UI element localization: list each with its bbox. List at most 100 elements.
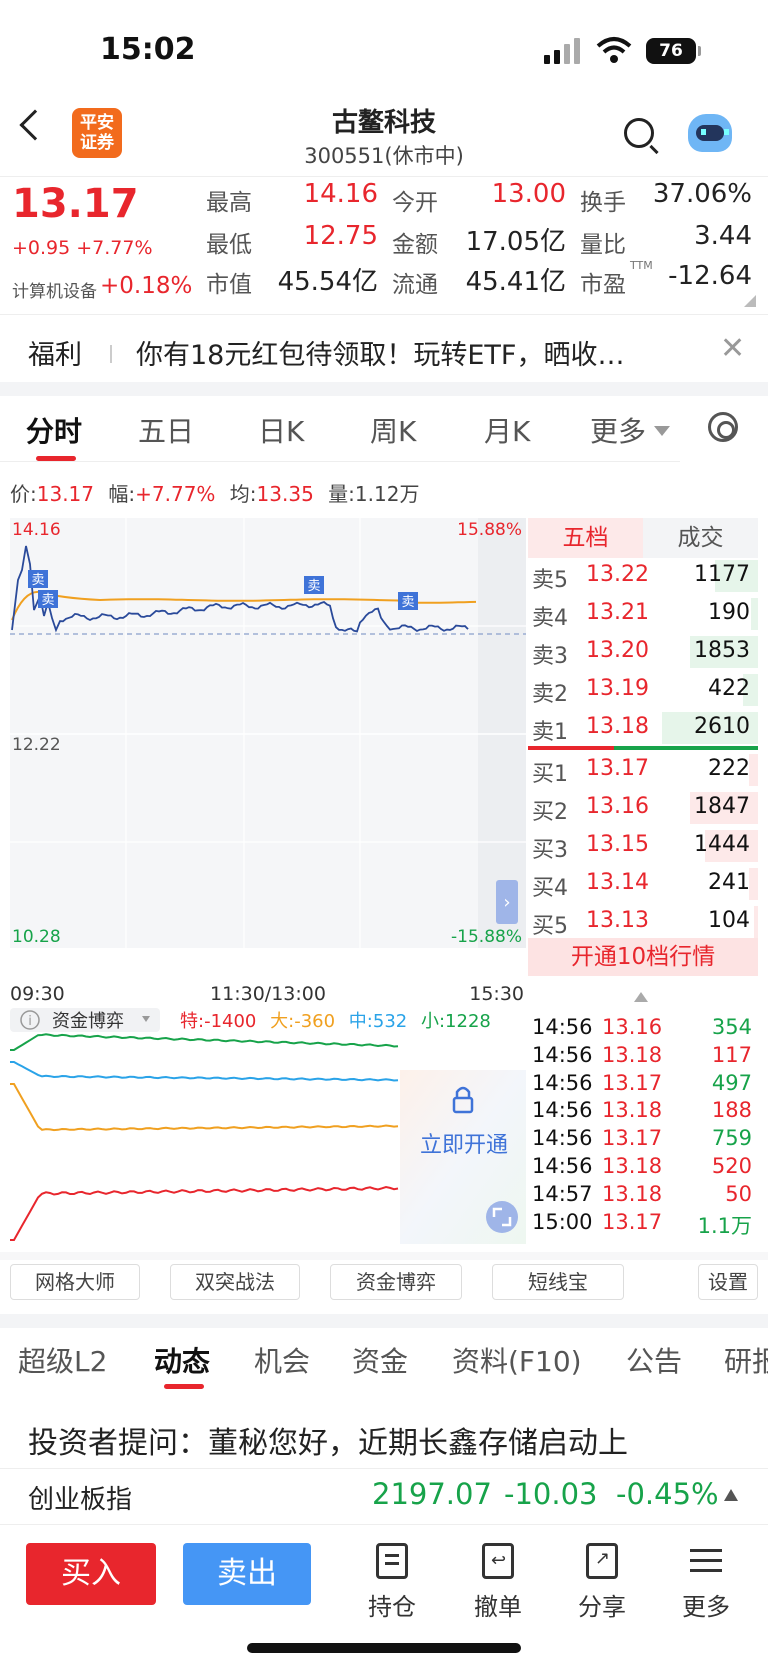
- promo-text[interactable]: 你有18元红包待领取！玩转ETF，晒收…: [136, 333, 624, 372]
- tool-button[interactable]: 短线宝: [492, 1264, 624, 1300]
- chart-tab[interactable]: 更多: [590, 410, 646, 450]
- fund-title[interactable]: 资金博弈: [52, 1011, 124, 1032]
- book-volume: 104: [708, 908, 750, 933]
- range-label: 幅:: [108, 482, 136, 506]
- nav-more[interactable]: 更多: [666, 1543, 746, 1622]
- tool-button[interactable]: 设置: [698, 1264, 758, 1300]
- fullscreen-icon[interactable]: [486, 1201, 518, 1233]
- info-tab[interactable]: 研报: [724, 1340, 768, 1380]
- promo-banner[interactable]: 福利 你有18元红包待领取！玩转ETF，晒收… ✕: [0, 314, 768, 382]
- book-row[interactable]: 买3 13.15 1444: [528, 828, 758, 864]
- chart-tab[interactable]: 分时: [26, 410, 82, 450]
- quote-value: 45.41亿: [465, 267, 566, 297]
- industry-name[interactable]: 计算机设备: [12, 277, 97, 302]
- quote-label: 量比: [580, 232, 626, 258]
- intraday-chart[interactable]: 卖 卖 卖 卖 14.16 15.88% 12.22 10.28 -15.88%…: [0, 510, 528, 1250]
- tick-price: 13.18: [602, 1181, 663, 1206]
- section-gap: [0, 382, 768, 396]
- expand-caret-icon[interactable]: [724, 1489, 738, 1501]
- sell-button[interactable]: 卖出: [183, 1543, 311, 1605]
- info-tab[interactable]: 资料(F10): [452, 1340, 582, 1380]
- chart-tab[interactable]: 月K: [484, 410, 530, 450]
- nav-positions[interactable]: 持仓: [352, 1543, 432, 1622]
- book-price: 13.13: [586, 908, 649, 933]
- industry-change[interactable]: +0.18%: [100, 273, 192, 299]
- book-price: 13.15: [586, 832, 649, 857]
- nav-cancel-order[interactable]: ↩ 撤单: [458, 1543, 538, 1622]
- book-price: 13.18: [586, 714, 649, 739]
- tool-button[interactable]: 双突战法: [170, 1264, 300, 1300]
- home-indicator: [247, 1643, 521, 1653]
- book-row[interactable]: 卖3 13.20 1853: [528, 634, 758, 670]
- book-row[interactable]: 卖1 13.18 2610: [528, 710, 758, 746]
- tick-time: 14:56: [532, 1098, 593, 1123]
- nav-share-label: 分享: [578, 1593, 626, 1621]
- book-row[interactable]: 买1 13.17 222: [528, 752, 758, 788]
- book-price: 13.17: [586, 756, 649, 781]
- book-volume: 2610: [694, 714, 750, 739]
- x-axis-start: 09:30: [10, 983, 65, 1005]
- info-tab[interactable]: 超级L2: [18, 1340, 107, 1380]
- book-volume: 1847: [694, 794, 750, 819]
- tool-button[interactable]: 资金博弈: [330, 1264, 462, 1300]
- close-icon[interactable]: ✕: [720, 331, 745, 366]
- sell-marker: 卖: [38, 590, 58, 608]
- chart-tab[interactable]: 五日: [138, 410, 194, 450]
- y-axis-bottom: 10.28: [12, 927, 61, 947]
- chart-tab[interactable]: 周K: [370, 410, 416, 450]
- vol-value: 1.12万: [354, 482, 420, 506]
- quote-value: 45.54亿: [277, 267, 378, 297]
- book-volume: 222: [708, 756, 750, 781]
- upgrade-level10-button[interactable]: 开通10档行情: [528, 938, 758, 976]
- tick-time: 14:56: [532, 1042, 593, 1067]
- book-row[interactable]: 买5 13.13 104: [528, 904, 758, 940]
- chart-tab[interactable]: 日K: [258, 410, 304, 450]
- book-row[interactable]: 买2 13.16 1847: [528, 790, 758, 826]
- tick-row: 14:56 13.18 188: [528, 1098, 758, 1127]
- tick-row: 14:57 13.18 50: [528, 1182, 758, 1211]
- tick-row: 14:56 13.18 117: [528, 1043, 758, 1072]
- index-bar[interactable]: 创业板指 2197.07 -10.03 -0.45%: [0, 1468, 768, 1524]
- book-level-label: 卖4: [532, 606, 568, 631]
- svg-text:卖: 卖: [41, 593, 54, 608]
- book-row[interactable]: 卖5 13.22 1177: [528, 558, 758, 594]
- svg-text:卖: 卖: [401, 595, 414, 610]
- unlock-button[interactable]: 立即开通: [420, 1133, 508, 1158]
- book-level-label: 买5: [532, 914, 568, 939]
- book-row[interactable]: 卖4 13.21 190: [528, 596, 758, 632]
- tab-trades[interactable]: 成交: [643, 518, 758, 558]
- search-icon[interactable]: [624, 118, 654, 148]
- promo-label: 福利: [28, 340, 82, 371]
- book-row[interactable]: 买4 13.14 241: [528, 866, 758, 902]
- sell-marker: 卖: [28, 570, 48, 588]
- info-tab[interactable]: 公告: [626, 1340, 682, 1380]
- info-tab[interactable]: 资金: [352, 1340, 408, 1380]
- book-row[interactable]: 卖2 13.19 422: [528, 672, 758, 708]
- book-level-label: 买2: [532, 800, 568, 825]
- signal-icon: [544, 38, 584, 64]
- tool-bar: 网格大师 双突战法 资金博弈 短线宝 设置: [0, 1260, 768, 1310]
- nav-share[interactable]: ↗ 分享: [562, 1543, 642, 1622]
- tick-time: 14:56: [532, 1070, 593, 1095]
- book-volume: 241: [708, 870, 750, 895]
- tool-button[interactable]: 网格大师: [10, 1264, 140, 1300]
- book-level-label: 卖1: [532, 720, 568, 745]
- x-axis-end: 15:30: [469, 983, 524, 1005]
- intraday-chart-svg: 卖 卖 卖 卖 14.16 15.88% 12.22 10.28 -15.88%…: [10, 518, 526, 1244]
- tick-volume: 497: [711, 1070, 752, 1095]
- assistant-robot-icon[interactable]: [688, 114, 732, 152]
- collapse-caret-icon[interactable]: [634, 992, 648, 1002]
- info-tab[interactable]: 动态: [154, 1340, 210, 1380]
- tick-price: 13.16: [602, 1015, 663, 1039]
- avg-label: 均:: [229, 482, 257, 506]
- gear-icon[interactable]: [708, 412, 738, 442]
- news-headline[interactable]: 投资者提问：董秘您好，近期长鑫存储启动上: [28, 1418, 628, 1462]
- tick-price: 13.18: [602, 1042, 663, 1067]
- positions-icon: [376, 1543, 408, 1579]
- last-price: 13.17: [12, 181, 139, 227]
- book-level-label: 卖3: [532, 644, 568, 669]
- info-tab[interactable]: 机会: [254, 1340, 310, 1380]
- buy-button[interactable]: 买入: [26, 1543, 156, 1605]
- tab-five-levels[interactable]: 五档: [528, 518, 643, 558]
- battery-icon: 76: [646, 38, 701, 64]
